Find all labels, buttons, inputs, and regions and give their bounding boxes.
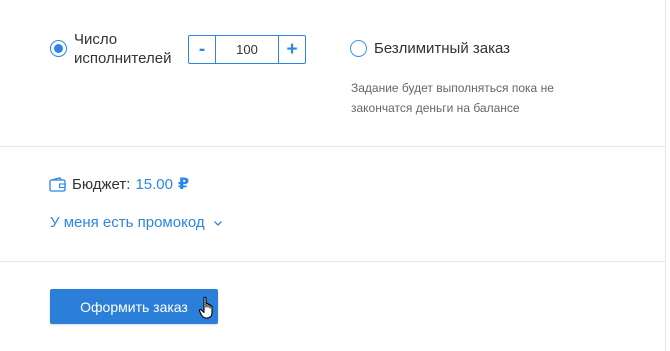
- executors-stepper: - 100 +: [188, 35, 306, 64]
- executors-count-input[interactable]: 100: [216, 36, 278, 63]
- budget-label: Бюджет:: [72, 175, 131, 193]
- order-form: Число исполнителей - 100 + Безлимитный з…: [0, 0, 670, 351]
- submit-order-button[interactable]: Оформить заказ: [50, 289, 218, 324]
- ruble-currency: ₽: [177, 176, 190, 193]
- decrement-button[interactable]: -: [189, 36, 216, 63]
- promo-code-toggle[interactable]: У меня есть промокод: [50, 214, 223, 231]
- unlimited-order-hint: Задание будет выполняться пока не законч…: [351, 78, 591, 118]
- limited-executors-label-line2: исполнителей: [74, 50, 172, 67]
- chevron-down-icon: [213, 220, 222, 226]
- hint-line2: закончатся деньги на балансе: [351, 101, 520, 115]
- divider-top: [0, 146, 665, 147]
- budget-row: Бюджет: 15.00 ₽: [49, 174, 189, 194]
- promo-code-label: У меня есть промокод: [50, 214, 205, 231]
- increment-button[interactable]: +: [278, 36, 305, 63]
- hint-line1: Задание будет выполняться пока не: [351, 81, 554, 95]
- hand-cursor-icon: [198, 296, 213, 319]
- right-border: [665, 0, 666, 351]
- wallet-icon: [49, 176, 66, 192]
- unlimited-order-label: Безлимитный заказ: [374, 40, 511, 57]
- budget-value: 15.00: [135, 175, 173, 193]
- limited-executors-label-line1: Число: [74, 31, 118, 48]
- radio-unlimited-order[interactable]: [350, 40, 367, 57]
- radio-limited-executors[interactable]: [50, 40, 67, 57]
- divider-bottom: [0, 261, 665, 262]
